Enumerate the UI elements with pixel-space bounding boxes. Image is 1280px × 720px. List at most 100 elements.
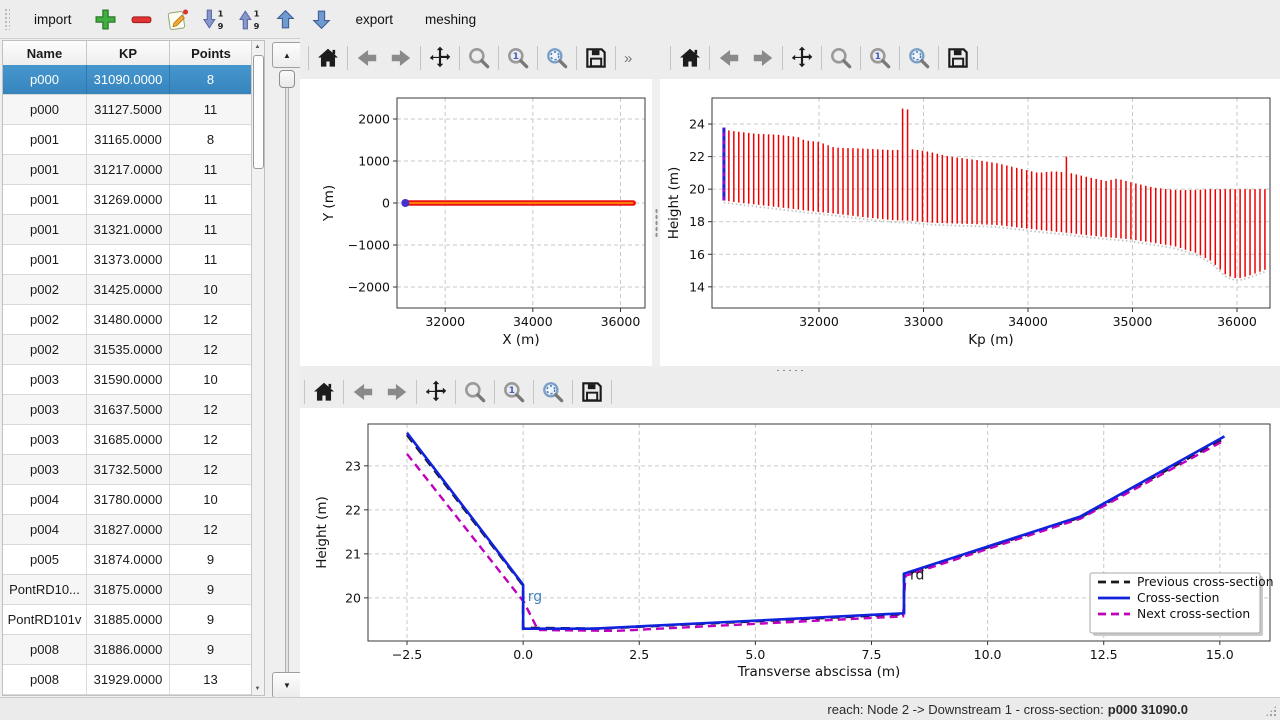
cell-kp[interactable]: 31929.0000 [87,665,170,694]
slider-groove[interactable] [285,72,289,708]
cell-points[interactable]: 9 [170,545,252,574]
pan-button[interactable] [423,42,457,74]
zoom-button[interactable] [458,376,492,408]
cell-name[interactable]: PontRD101v [3,605,87,634]
zoom-button[interactable] [462,42,496,74]
cell-points[interactable]: 9 [170,575,252,604]
toolbar-drag-handle[interactable] [4,8,10,30]
cell-name[interactable]: p001 [3,155,87,184]
cell-points[interactable]: 11 [170,155,252,184]
cell-kp[interactable]: 31127.5000 [87,95,170,124]
table-row[interactable]: p00031090.00008 [3,65,252,95]
cell-points[interactable]: 12 [170,515,252,544]
cell-kp[interactable]: 31637.5000 [87,395,170,424]
sort-descending-button[interactable]: 19 [199,4,229,34]
cell-name[interactable]: p000 [3,95,87,124]
longitudinal-profile-canvas[interactable]: 3200033000340003500036000141618202224Kp … [660,79,1280,366]
cell-name[interactable]: PontRD10... [3,575,87,604]
cell-kp[interactable]: 31090.0000 [87,65,170,94]
plan-view-figure[interactable]: 320003400036000−2000−1000010002000X (m)Y… [300,79,652,366]
table-row[interactable]: PontRD101v31885.00009 [3,605,252,635]
slider-down-button[interactable]: ▼ [272,672,302,698]
export-button[interactable]: export [346,8,404,31]
cell-kp[interactable]: 31886.0000 [87,635,170,664]
cross-section-canvas[interactable]: −2.50.02.55.07.510.012.515.020212223Tran… [300,408,1280,697]
table-row[interactable]: p00331685.000012 [3,425,252,455]
zoom-original-button[interactable]: 1 [497,376,531,408]
forward-button[interactable] [746,42,780,74]
table-row[interactable]: p00131269.000011 [3,185,252,215]
add-button[interactable] [91,4,121,34]
cell-name[interactable]: p002 [3,275,87,304]
cell-points[interactable]: 8 [170,125,252,154]
column-header-name[interactable]: Name [3,41,87,65]
pan-button[interactable] [419,376,453,408]
zoom-selection-button[interactable] [536,376,570,408]
cell-kp[interactable]: 31480.0000 [87,305,170,334]
cell-kp[interactable]: 31165.0000 [87,125,170,154]
cell-points[interactable]: 12 [170,425,252,454]
cell-kp[interactable]: 31780.0000 [87,485,170,514]
table-row[interactable]: p00231480.000012 [3,305,252,335]
cell-name[interactable]: p001 [3,245,87,274]
cell-name[interactable]: p000 [3,65,87,94]
table-row[interactable]: p00831929.000013 [3,665,252,695]
cell-points[interactable]: 8 [170,65,252,94]
cell-points[interactable]: 11 [170,95,252,124]
cell-kp[interactable]: 31269.0000 [87,185,170,214]
cell-points[interactable]: 9 [170,605,252,634]
cell-name[interactable]: p004 [3,515,87,544]
cell-kp[interactable]: 31827.0000 [87,515,170,544]
table-scrollbar[interactable]: ▲ ▼ [251,41,264,695]
table-row[interactable]: p00331732.500012 [3,455,252,485]
cell-kp[interactable]: 31685.0000 [87,425,170,454]
back-button[interactable] [346,376,380,408]
cell-points[interactable]: 9 [170,635,252,664]
pan-button[interactable] [785,42,819,74]
cell-kp[interactable]: 31425.0000 [87,275,170,304]
column-header-points[interactable]: Points [170,41,252,65]
save-button[interactable] [941,42,975,74]
cell-kp[interactable]: 31885.0000 [87,605,170,634]
cell-points[interactable]: 10 [170,275,252,304]
cell-points[interactable]: 11 [170,185,252,214]
cell-points[interactable]: 13 [170,665,252,694]
save-button[interactable] [579,42,613,74]
cell-kp[interactable]: 31373.0000 [87,245,170,274]
back-button[interactable] [712,42,746,74]
cell-points[interactable]: 12 [170,455,252,484]
cell-name[interactable]: p003 [3,365,87,394]
cell-points[interactable]: 12 [170,335,252,364]
home-button[interactable] [673,42,707,74]
cell-name[interactable]: p008 [3,635,87,664]
table-row[interactable]: PontRD10...31875.00009 [3,575,252,605]
cell-name[interactable]: p001 [3,185,87,214]
save-button[interactable] [575,376,609,408]
column-header-kp[interactable]: KP [87,41,170,65]
cell-name[interactable]: p005 [3,545,87,574]
table-row[interactable]: p00431827.000012 [3,515,252,545]
cell-name[interactable]: p008 [3,665,87,694]
cell-name[interactable]: p002 [3,305,87,334]
table-row[interactable]: p00031127.500011 [3,95,252,125]
back-button[interactable] [350,42,384,74]
import-button[interactable]: import [24,8,82,31]
cell-name[interactable]: p003 [3,425,87,454]
cell-name[interactable]: p003 [3,395,87,424]
sort-ascending-button[interactable]: 19 [235,4,265,34]
zoom-selection-button[interactable] [540,42,574,74]
resize-grip-icon[interactable] [1265,705,1277,717]
cell-name[interactable]: p002 [3,335,87,364]
zoom-button[interactable] [824,42,858,74]
cell-kp[interactable]: 31874.0000 [87,545,170,574]
scroll-up-icon[interactable]: ▲ [252,41,263,53]
cell-kp[interactable]: 31732.5000 [87,455,170,484]
cell-kp[interactable]: 31590.0000 [87,365,170,394]
cell-points[interactable]: 12 [170,305,252,334]
table-row[interactable]: p00231535.000012 [3,335,252,365]
table-row[interactable]: p00231425.000010 [3,275,252,305]
cross-section-figure[interactable]: −2.50.02.55.07.510.012.515.020212223Tran… [300,408,1280,697]
home-button[interactable] [311,42,345,74]
cell-name[interactable]: p003 [3,455,87,484]
zoom-selection-button[interactable] [902,42,936,74]
